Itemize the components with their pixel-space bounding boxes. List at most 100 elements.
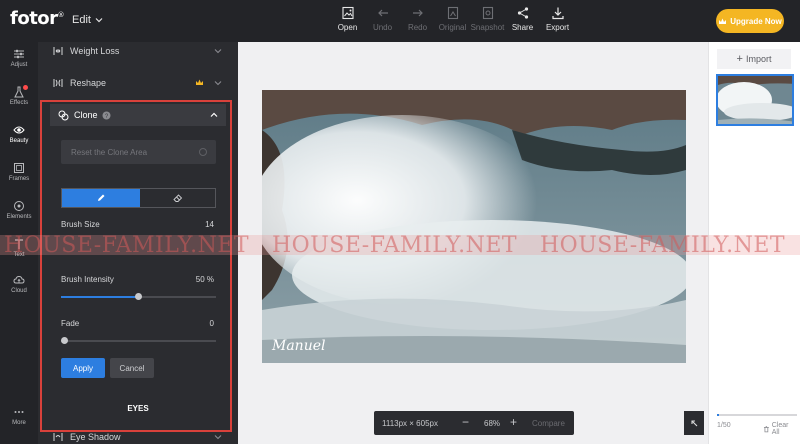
zoom-out-button[interactable]: − [462,415,469,429]
weight-loss-icon [53,47,63,55]
compare-button[interactable]: Compare [532,419,565,428]
brush-intensity-slider[interactable] [61,293,216,300]
cancel-button[interactable]: Cancel [110,358,154,378]
share-icon [517,7,528,19]
image-tray-panel: + Import 1/50 Clear All [708,42,800,444]
rail-label-more: More [12,420,26,426]
rail-label-text: Text [13,252,25,258]
rail-item-effects[interactable]: Effects [0,85,38,106]
clone-icon [58,110,69,120]
brush-intensity-handle[interactable] [135,293,142,300]
rail-item-elements[interactable]: Elements [0,200,38,220]
open-label: Open [337,23,358,32]
brush-size-value: 14 [205,220,214,229]
crown-icon [719,18,727,24]
fade-label: Fade [61,319,80,328]
frame-icon [14,163,24,173]
export-icon [551,7,564,20]
reset-clone-area-label: Reset the Clone Area [71,147,148,157]
share-button[interactable]: Share [505,6,540,32]
rail-item-text[interactable]: Text [0,238,38,258]
rail-item-adjust[interactable]: Adjust [0,48,38,68]
export-label: Export [545,23,570,32]
eye-shadow-item[interactable]: Eye Shadow [52,428,222,444]
photo-signature: Manuel [272,338,326,354]
plus-icon: + [736,53,743,65]
redo-button[interactable]: Redo [400,6,435,32]
brush-intensity-label: Brush Intensity [61,275,114,284]
fade-handle[interactable] [61,337,68,344]
clone-section-header[interactable]: Clone ? [50,104,226,126]
eye-shadow-icon [53,433,63,441]
rail-label-cloud: Cloud [11,288,27,294]
clear-all-label: Clear All [771,422,789,436]
shapes-icon [14,201,24,211]
image-dimensions: 1113px × 605px [382,419,438,428]
image-thumbnail[interactable] [716,74,794,126]
chevron-up-icon [210,112,218,117]
reset-icon [199,148,207,156]
clear-all-button[interactable]: Clear All [763,422,797,436]
reshape-item[interactable]: Reshape [52,74,222,92]
reset-clone-area-button[interactable]: Reset the Clone Area [61,140,216,164]
clone-brush-button[interactable] [62,189,140,207]
brush-size-label: Brush Size [61,220,100,229]
open-image-icon [341,6,354,20]
reshape-label: Reshape [70,78,107,88]
eyes-section-heading: EYES [127,404,149,413]
sliders-icon [14,49,24,59]
zoom-level[interactable]: 68% [484,419,500,428]
eye-shadow-label: Eye Shadow [70,432,121,442]
collapse-panel-button[interactable] [684,411,704,435]
arrow-up-left-icon [690,419,697,426]
fotor-logo[interactable]: fotor® [10,8,65,29]
top-bar: fotor® Edit Open Undo Redo Original Snap… [0,0,800,42]
rail-item-more[interactable]: More [0,406,38,426]
apply-button[interactable]: Apply [61,358,105,378]
upgrade-now-button[interactable]: Upgrade Now [716,9,784,33]
original-label: Original [438,23,467,32]
notification-badge [23,85,28,90]
undo-arrow-icon [377,9,388,17]
fade-slider[interactable] [61,337,216,344]
help-icon[interactable]: ? [102,111,111,120]
import-button[interactable]: + Import [717,49,791,69]
rail-label-effects: Effects [9,100,29,106]
eye-icon [13,126,25,134]
redo-arrow-icon [412,9,423,17]
weight-loss-item[interactable]: Weight Loss [52,42,222,60]
import-label: Import [745,54,772,64]
zoom-in-button[interactable]: + [510,415,517,429]
eraser-icon [172,194,182,202]
chevron-down-icon [214,435,222,440]
pencil-icon [98,194,105,201]
chevron-down-icon [214,81,222,86]
chevron-down-icon [95,18,103,23]
brush-intensity-fill [61,296,139,298]
toolbar: Open Undo Redo Original Snapshot Share E… [330,6,575,32]
snapshot-button[interactable]: Snapshot [470,6,505,32]
cloud-icon [13,275,25,284]
left-nav-rail: Adjust Effects Beauty Frames Elements Te… [0,42,38,444]
eraser-button[interactable] [140,189,215,207]
share-label: Share [511,23,534,32]
rail-label-frames: Frames [8,176,30,182]
rail-item-beauty[interactable]: Beauty [0,124,38,144]
edit-menu-label: Edit [72,14,91,26]
upgrade-label: Upgrade Now [730,16,782,26]
export-button[interactable]: Export [540,6,575,32]
trash-icon [763,425,769,432]
zoom-bar: 1113px × 605px − 68% + Compare [374,411,574,435]
rail-label-elements: Elements [6,214,32,220]
original-button[interactable]: Original [435,6,470,32]
rail-item-cloud[interactable]: Cloud [0,274,38,294]
brush-intensity-value: 50 % [195,275,214,284]
weight-loss-label: Weight Loss [70,46,120,56]
rail-item-frames[interactable]: Frames [0,162,38,182]
chevron-down-icon [214,49,222,54]
crown-icon [196,79,203,85]
open-button[interactable]: Open [330,6,365,32]
undo-button[interactable]: Undo [365,6,400,32]
edit-menu[interactable]: Edit [72,14,103,26]
photo-canvas[interactable]: Manuel [262,90,686,363]
